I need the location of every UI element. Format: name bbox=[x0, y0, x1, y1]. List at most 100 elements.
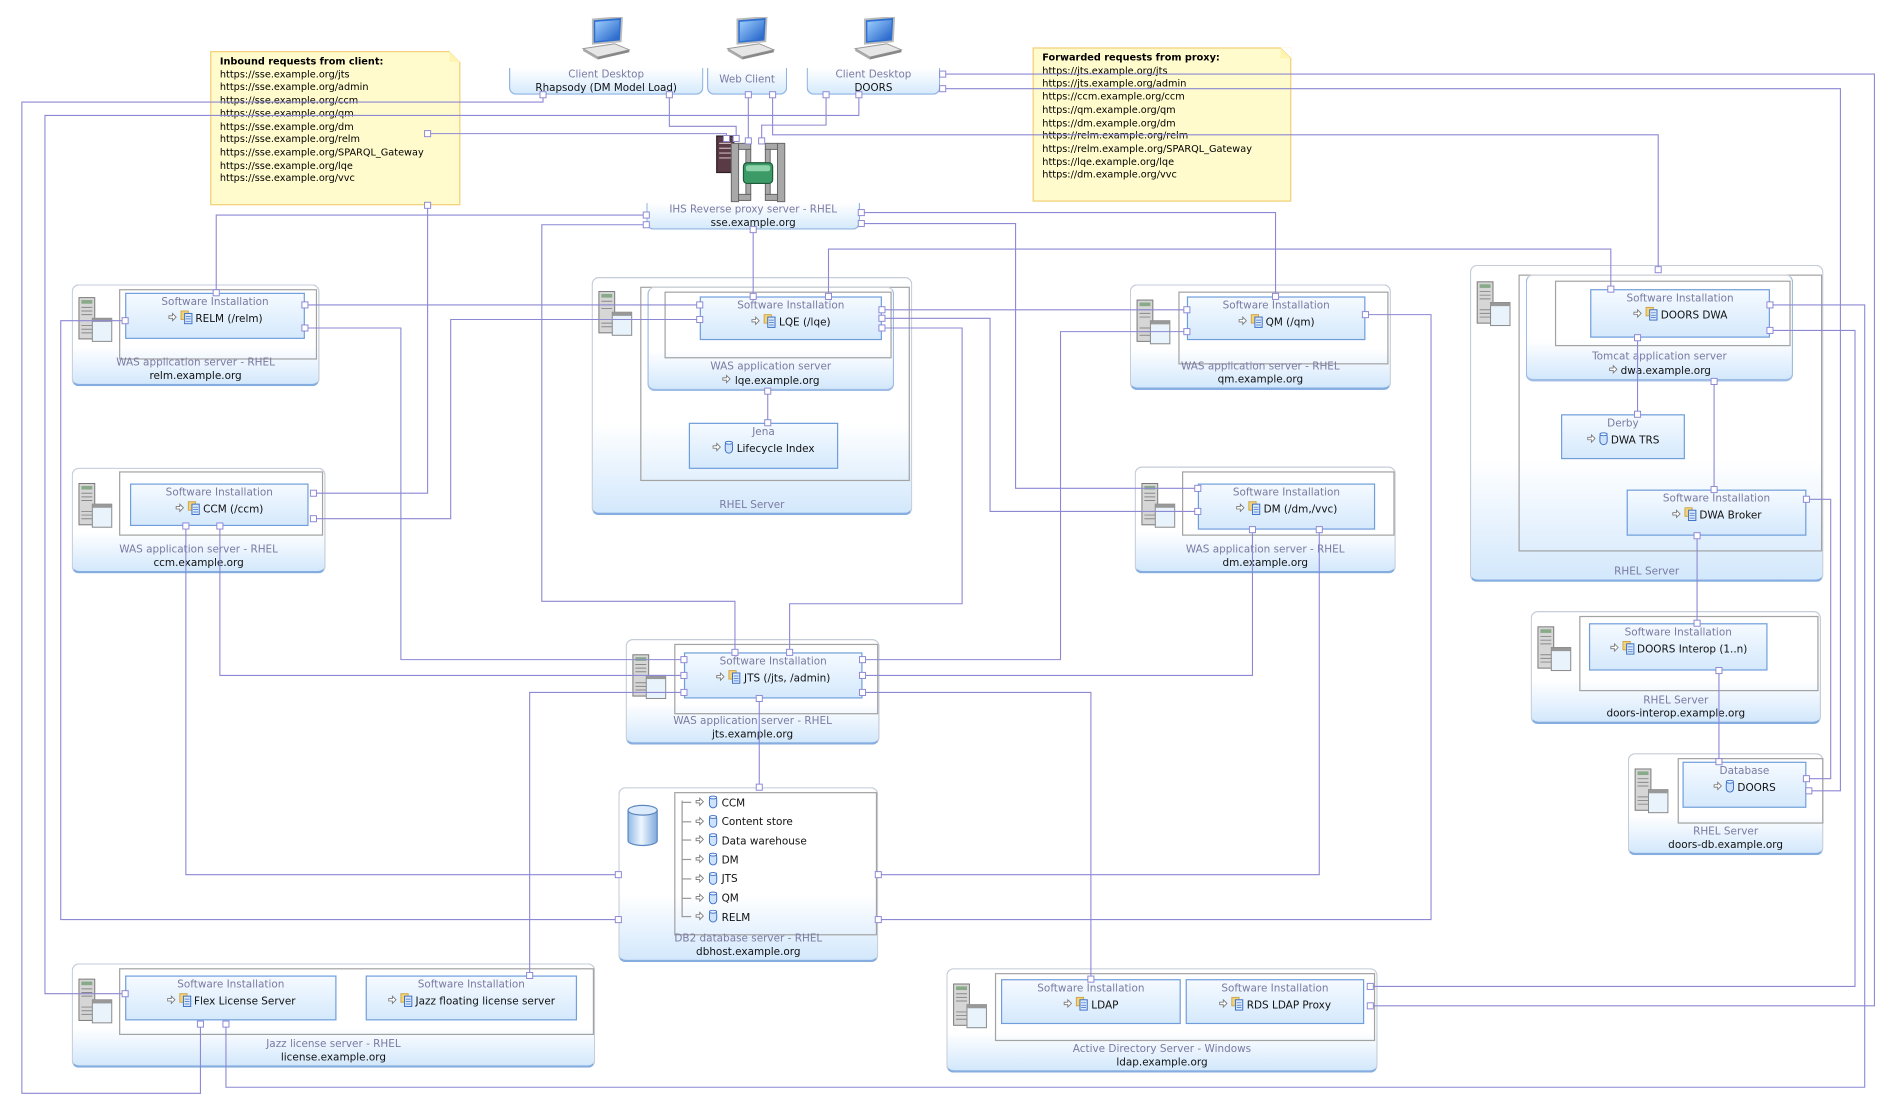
component-doors-interop-1-n[interactable]: Software Installation DOORS Interop (1..n… bbox=[1588, 623, 1768, 671]
proxy-server-node[interactable]: IHS Reverse proxy server - RHEL sse.examp… bbox=[646, 202, 861, 230]
node-ccm[interactable]: Software Installation CCM (/ccm) WAS appli… bbox=[71, 467, 326, 574]
connector[interactable] bbox=[60, 320, 619, 921]
node-qm[interactable]: Software Installation QM (/qm) WAS applica… bbox=[1129, 284, 1391, 390]
connector[interactable] bbox=[878, 529, 1320, 876]
provided-interface-icon bbox=[1633, 308, 1643, 324]
node-db2[interactable]: DB2 database server - RHEL dbhost.example… bbox=[618, 787, 879, 963]
server-icon bbox=[951, 983, 987, 1034]
note-url: https://sse.example.org/admin bbox=[219, 81, 369, 93]
component-name: RDS LDAP Proxy bbox=[1246, 999, 1332, 1012]
database-item[interactable]: DM bbox=[695, 852, 739, 870]
database-item[interactable]: Data warehouse bbox=[695, 833, 807, 851]
node-relm[interactable]: Software Installation RELM (/relm) WAS app… bbox=[71, 284, 320, 387]
node-dwa[interactable]: Software Installation DOORS DWA Tomcat app… bbox=[1469, 264, 1824, 582]
component-dwa-trs[interactable]: Derby DWA TRS bbox=[1561, 414, 1685, 460]
node-lqe[interactable]: Software Installation LQE (/lqe) WAS appli… bbox=[591, 276, 913, 516]
connector[interactable] bbox=[313, 205, 429, 494]
database-item[interactable]: CCM bbox=[695, 794, 745, 812]
node-dm[interactable]: Software Installation DM (/dm,/vvc) WAS ap… bbox=[1134, 466, 1396, 574]
note-url: https://ccm.example.org/ccm bbox=[1042, 91, 1185, 103]
node-ad[interactable]: Software Installation LDAP Software Instal… bbox=[946, 968, 1378, 1073]
node-lqe-was-server[interactable]: Software Installation LQE (/lqe) WAS appli… bbox=[647, 286, 895, 392]
component-flex-license-server[interactable]: Software Installation Flex License Server bbox=[125, 975, 337, 1021]
connector[interactable] bbox=[185, 526, 619, 876]
connector[interactable] bbox=[862, 691, 1092, 980]
node-host: dwa.example.org bbox=[1527, 364, 1792, 378]
component-title: Software Installation bbox=[1624, 626, 1732, 639]
node-label: RHEL Server doors-db.example.org bbox=[1629, 826, 1822, 852]
artifact-icon bbox=[763, 313, 776, 332]
node-type-label: WAS application server - RHEL bbox=[1185, 544, 1345, 557]
component-relm-relm[interactable]: Software Installation RELM (/relm) bbox=[125, 292, 305, 339]
note-url: https://relm.example.org/SPARQL_Gateway bbox=[1042, 143, 1252, 155]
node-hostname: qm.example.org bbox=[1217, 373, 1304, 386]
component-lqe-lqe[interactable]: Software Installation LQE (/lqe) bbox=[699, 296, 882, 341]
provided-interface-icon bbox=[1236, 503, 1246, 518]
database-item[interactable]: Content store bbox=[695, 814, 793, 832]
note-url: https://sse.example.org/SPARQL_Gateway bbox=[219, 146, 424, 158]
node-hostname: dwa.example.org bbox=[1620, 365, 1711, 378]
node-type-label: RHEL Server bbox=[1614, 565, 1680, 578]
database-item[interactable]: RELM bbox=[695, 909, 750, 927]
client-title: Client Desktop bbox=[835, 69, 912, 82]
node-type-label: WAS application server - RHEL bbox=[116, 357, 275, 370]
node-jts[interactable]: Software Installation JTS (/jts, /admin) W… bbox=[625, 638, 880, 745]
node-hostname: lqe.example.org bbox=[734, 374, 820, 387]
client-client-desktop-rhapsody[interactable]: Client Desktop Rhapsody (DM Model Load) bbox=[509, 68, 704, 95]
component-doors-dwa[interactable]: Software Installation DOORS DWA bbox=[1590, 289, 1770, 338]
component-name: CCM (/ccm) bbox=[203, 503, 264, 516]
note-url: https://sse.example.org/vvc bbox=[219, 172, 355, 184]
component-name-row: QM (/qm) bbox=[1188, 313, 1364, 332]
node-host: license.example.org bbox=[73, 1051, 594, 1064]
note-url: https://jts.example.org/admin bbox=[1042, 78, 1187, 90]
component-title: Software Installation bbox=[161, 296, 269, 309]
connector[interactable] bbox=[21, 94, 544, 1094]
database-icon bbox=[708, 871, 718, 889]
node-label: DB2 database server - RHEL dbhost.example… bbox=[620, 933, 878, 959]
proxy-host: sse.example.org bbox=[710, 216, 796, 229]
database-item[interactable]: QM bbox=[695, 890, 739, 908]
component-ccm-ccm[interactable]: Software Installation CCM (/ccm) bbox=[129, 483, 309, 527]
client-web-client[interactable]: Web Client bbox=[707, 68, 788, 95]
note-url: https://sse.example.org/ccm bbox=[219, 94, 359, 106]
server-icon bbox=[1135, 299, 1171, 350]
node-type-label: WAS application server - RHEL bbox=[1180, 360, 1340, 373]
component-name: Lifecycle Index bbox=[736, 442, 815, 455]
component-name: LQE (/lqe) bbox=[779, 316, 831, 329]
component-name: LDAP bbox=[1091, 999, 1119, 1012]
node-hostname: ldap.example.org bbox=[1116, 1056, 1208, 1069]
deployment-diagram: Inbound requests from client: https://sse… bbox=[0, 0, 1895, 1108]
connector[interactable] bbox=[427, 133, 727, 139]
database-item[interactable]: JTS bbox=[695, 871, 738, 889]
component-jazz-floating-license-server[interactable]: Software Installation Jazz floating licen… bbox=[365, 975, 578, 1021]
component-dm-dm-vvc[interactable]: Software Installation DM (/dm,/vvc) bbox=[1197, 483, 1376, 530]
component-title: Database bbox=[1719, 765, 1770, 778]
client-client-desktop-doors[interactable]: Client Desktop DOORS bbox=[806, 68, 941, 95]
client-title: Web Client bbox=[719, 74, 775, 87]
component-lifecycle-index[interactable]: Jena Lifecycle Index bbox=[688, 422, 839, 469]
node-label: WAS application server - RHEL dm.example.… bbox=[1136, 544, 1395, 570]
database-icon bbox=[708, 833, 718, 851]
database-cylinder-icon bbox=[626, 804, 660, 853]
note-url: https://sse.example.org/dm bbox=[219, 120, 354, 132]
server-icon bbox=[596, 290, 633, 341]
note-inbound-requests: Inbound requests from client: https://sse… bbox=[210, 51, 461, 206]
provided-interface-icon bbox=[695, 816, 705, 829]
component-doors[interactable]: Database DOORS bbox=[1682, 761, 1807, 808]
component-qm-qm[interactable]: Software Installation QM (/qm) bbox=[1186, 296, 1366, 341]
component-title: Software Installation bbox=[1222, 300, 1330, 313]
component-dwa-broker[interactable]: Software Installation DWA Broker bbox=[1626, 489, 1807, 536]
node-type-label: RHEL Server bbox=[719, 498, 785, 511]
component-ldap[interactable]: Software Installation LDAP bbox=[1000, 979, 1181, 1025]
laptop-icon bbox=[723, 16, 776, 66]
component-rds-ldap-proxy[interactable]: Software Installation RDS LDAP Proxy bbox=[1185, 979, 1365, 1025]
node-dwa-tomcat-server[interactable]: Software Installation DOORS DWA Tomcat app… bbox=[1525, 274, 1794, 382]
connector[interactable] bbox=[878, 314, 1432, 921]
database-icon bbox=[708, 909, 718, 927]
component-jts-jts-admin[interactable]: Software Installation JTS (/jts, /admin) bbox=[683, 652, 863, 699]
node-interop[interactable]: Software Installation DOORS Interop (1..n… bbox=[1530, 611, 1821, 725]
node-label: RHEL Server bbox=[593, 499, 911, 512]
node-license[interactable]: Software Installation Flex License Server… bbox=[71, 963, 596, 1068]
node-doorsdb[interactable]: Database DOORS RHEL Server doors-db.example… bbox=[1627, 753, 1824, 856]
connector[interactable] bbox=[215, 214, 647, 293]
